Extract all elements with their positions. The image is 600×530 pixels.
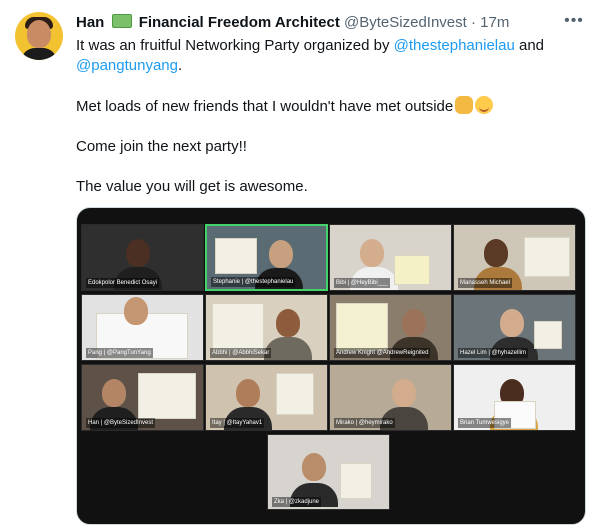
video-tile: Bibi | @HeyBibi___: [329, 224, 452, 291]
header-separator: ·: [471, 14, 476, 31]
participant-name: Edokpolor Benedict Osayi: [86, 278, 160, 288]
tweet-text: It was an fruitful Networking Party orga…: [76, 36, 586, 197]
participant-name: Brian Tumwesigye: [458, 418, 512, 428]
participant-name: Bibi | @HeyBibi___: [334, 278, 390, 288]
tweet-paragraph-2: Met loads of new friends that I wouldn't…: [76, 96, 586, 117]
mention-link[interactable]: @pangtunyang: [76, 57, 178, 74]
video-tile: Hazel Lim | @hyhazellim: [453, 294, 576, 361]
tweet-text-part: Met loads of new friends that I wouldn't…: [76, 98, 454, 115]
participant-name: Pang | @PangTunYang: [86, 348, 153, 358]
author-title[interactable]: Financial Freedom Architect: [139, 14, 340, 31]
participant-name: Manasseh Michael: [458, 278, 513, 288]
video-tile: Andrew Knight @AndrewReignited: [329, 294, 452, 361]
drawing-paper: [340, 463, 372, 499]
tweet-header: Han Financial Freedom Architect @ByteSiz…: [76, 13, 509, 33]
participant-name: Stephanie | @thestephanielau: [211, 277, 296, 287]
video-tile: Itay | @ItayYahav1: [205, 364, 328, 431]
video-tile: Edokpolor Benedict Osayi: [81, 224, 204, 291]
tweet-text-part: Come join the next party!!: [76, 138, 247, 155]
participant-name: Han | @ByteSizedInvest: [86, 418, 156, 428]
video-tile: Han | @ByteSizedInvest: [81, 364, 204, 431]
drawing-paper: [336, 303, 388, 351]
mention-link[interactable]: @thestephanielau: [394, 37, 515, 54]
avatar-face: [27, 20, 51, 48]
participant-name: Abbhi | @AbbhiSekar: [210, 348, 272, 358]
video-tile: Pang | @PangTunYang: [81, 294, 204, 361]
drawing-paper: [138, 373, 196, 419]
drawing-paper: [276, 373, 314, 415]
drawing-paper: [524, 237, 570, 277]
drawing-paper: [394, 255, 430, 285]
handshake-emoji-icon: [455, 96, 474, 114]
video-tile: Mirako | @heymirako: [329, 364, 452, 431]
smile-emoji-icon: [475, 96, 494, 114]
participant-name: Zka | @zkadjune: [272, 497, 322, 507]
participant-name: Andrew Knight @AndrewReignited: [334, 348, 431, 358]
participant-name: Mirako | @heymirako: [334, 418, 395, 428]
participant-name: Hazel Lim | @hyhazellim: [458, 348, 529, 358]
drawing-paper: [212, 303, 264, 351]
avatar-shirt: [21, 48, 57, 60]
tweet-paragraph-3: Come join the next party!!: [76, 137, 586, 157]
tweet-paragraph-4: The value you will get is awesome.: [76, 177, 586, 197]
tweet-text-part: .: [177, 57, 183, 74]
participant-name: Itay | @ItayYahav1: [210, 418, 265, 428]
tweet-media-image[interactable]: Edokpolor Benedict Osayi Stephanie | @th…: [76, 207, 586, 525]
tweet-time[interactable]: 17m: [480, 14, 509, 31]
tweet-text-part: The value you will get is awesome.: [76, 178, 308, 195]
video-tile: Zka | @zkadjune: [267, 434, 390, 510]
tweet-paragraph-1: It was an fruitful Networking Party orga…: [76, 36, 586, 76]
more-options-icon[interactable]: •••: [562, 10, 586, 34]
video-tile: Brian Tumwesigye: [453, 364, 576, 431]
drawing-paper: [534, 321, 562, 349]
drawing-paper: [215, 238, 257, 274]
tweet-text-part: and: [514, 37, 545, 54]
author-name[interactable]: Han: [76, 14, 104, 31]
avatar[interactable]: [15, 12, 63, 60]
video-tile-active-speaker: Stephanie | @thestephanielau: [205, 224, 328, 291]
video-tile: Manasseh Michael: [453, 224, 576, 291]
tweet-text-part: It was an fruitful Networking Party orga…: [76, 37, 394, 54]
video-tile: Abbhi | @AbbhiSekar: [205, 294, 328, 361]
money-emoji-icon: [111, 14, 132, 28]
author-handle[interactable]: @ByteSizedInvest: [344, 14, 467, 31]
